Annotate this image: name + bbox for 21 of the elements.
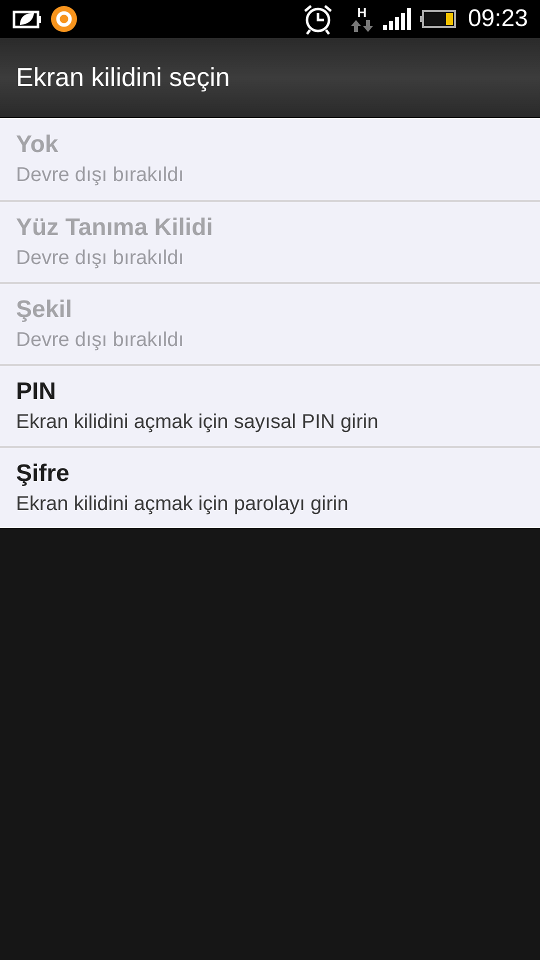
battery-icon: [420, 9, 456, 29]
lock-option[interactable]: Şifre Ekran kilidini açmak için parolayı girin: [0, 446, 540, 528]
network-type: H: [357, 6, 367, 18]
option-title: PIN: [16, 377, 58, 407]
option-title: Yüz Tanıma Kilidi: [16, 213, 214, 243]
screen-title: Ekran kilidini seçin: [16, 61, 230, 94]
option-summary: Ekran kilidini açmak için sayısal PIN girin: [16, 410, 380, 435]
app-logo-icon: [50, 5, 78, 33]
battery-leaf-icon: [12, 8, 42, 30]
option-summary: Devre dışı bırakıldı: [16, 246, 185, 271]
option-title: Şekil: [16, 295, 74, 325]
option-summary: Ekran kilidini açmak için parolayı girin: [16, 492, 350, 517]
data-arrows-icon: [350, 18, 374, 32]
option-title: Yok: [16, 130, 60, 160]
option-title: Şifre: [16, 459, 70, 489]
option-summary: Devre dışı bırakıldı: [16, 328, 185, 353]
option-summary: Devre dışı bırakıldı: [16, 163, 185, 188]
signal-icon: [382, 7, 412, 31]
clock-time: 09:23: [468, 4, 528, 34]
lock-option[interactable]: PIN Ekran kilidini açmak için sayısal PIN girin: [0, 364, 540, 446]
alarm-clock-icon: [302, 3, 334, 35]
